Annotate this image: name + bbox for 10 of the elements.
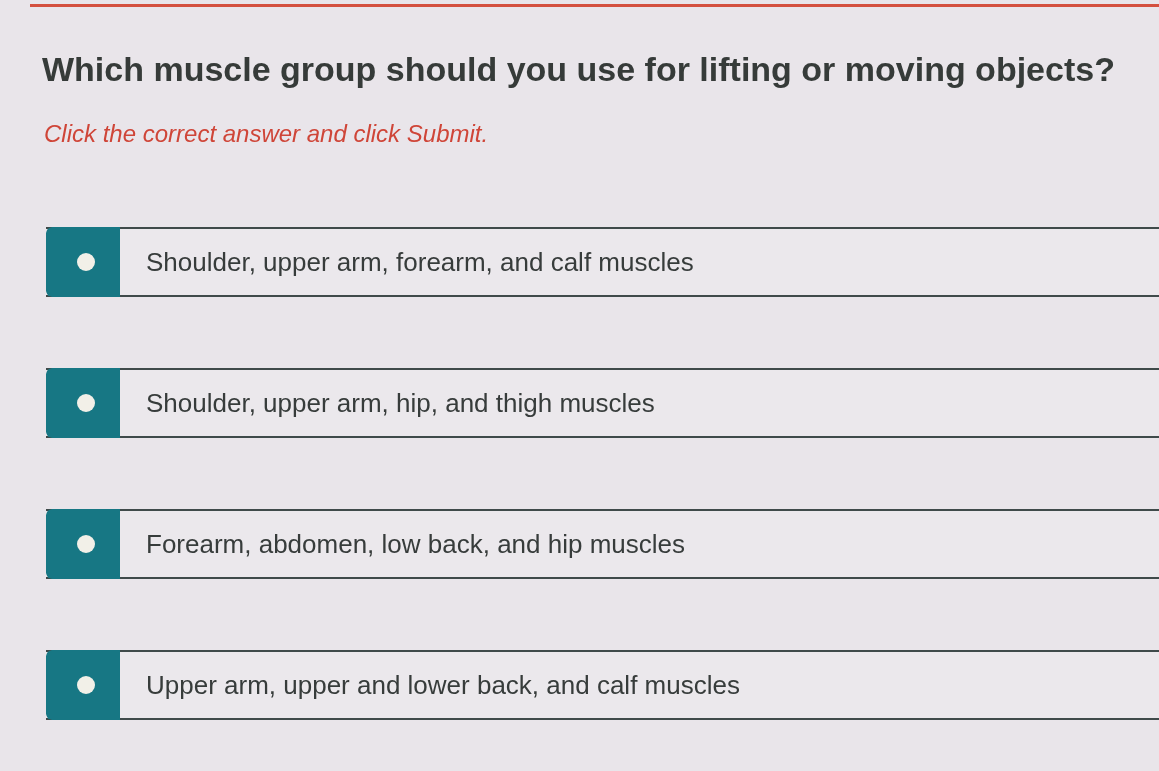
radio-icon[interactable] (46, 650, 120, 720)
answer-option[interactable]: Upper arm, upper and lower back, and calf muscles (46, 650, 1159, 720)
radio-icon[interactable] (46, 227, 120, 297)
radio-icon[interactable] (46, 509, 120, 579)
answer-option[interactable]: Shoulder, upper arm, hip, and thigh muscles (46, 368, 1159, 438)
answer-option[interactable]: Forearm, abdomen, low back, and hip muscles (46, 509, 1159, 579)
radio-icon[interactable] (46, 368, 120, 438)
answer-option[interactable]: Shoulder, upper arm, forearm, and calf muscles (46, 227, 1159, 297)
instruction-text: Click the correct answer and click Submit. (44, 119, 489, 149)
question-text: Which muscle group should you use for lifting or moving objects? (42, 49, 1115, 89)
